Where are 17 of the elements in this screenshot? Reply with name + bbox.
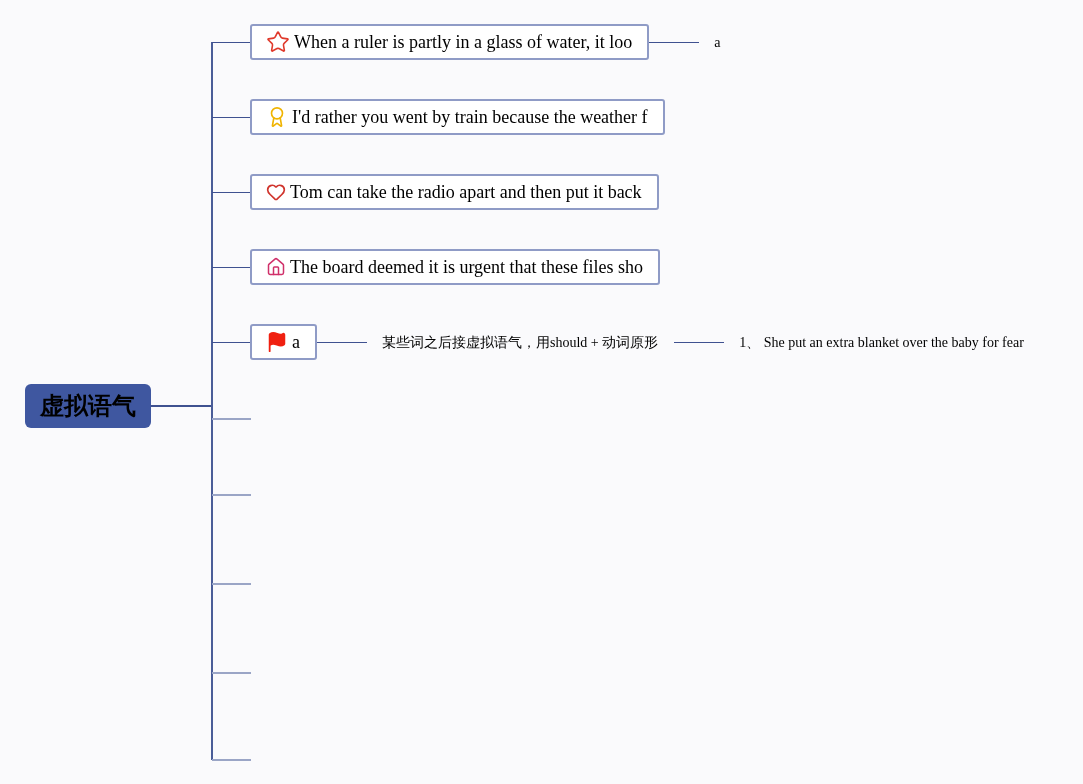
topic-text[interactable]: 某些词之后接虚拟语气，用should + 动词原形: [382, 331, 659, 353]
topic-box[interactable]: When a ruler is partly in a glass of water, it loo: [250, 24, 650, 60]
topic-box[interactable]: a: [250, 324, 317, 360]
star-icon: [266, 30, 290, 54]
topic-text: Tom can take the radio apart and then put it back: [290, 180, 642, 204]
topic-box[interactable]: The board deemed it is urgent that these files sho: [250, 249, 661, 285]
topic-text: I'd rather you went by train because the weather f: [292, 105, 648, 129]
topic-text: When a ruler is partly in a glass of water, it loo: [294, 30, 633, 54]
topic-text: a: [292, 330, 300, 354]
flag-icon: [266, 331, 288, 353]
topic-box[interactable]: I'd rather you went by train because the weather f: [250, 99, 665, 135]
topic-box[interactable]: Tom can take the radio apart and then put it back: [250, 174, 659, 210]
heart-icon: [266, 182, 286, 202]
topic-text[interactable]: a: [714, 31, 721, 53]
house-icon: [266, 257, 286, 277]
topic-text: The board deemed it is urgent that these files sho: [290, 255, 644, 279]
topic-text[interactable]: 1、 She put an extra blanket over the baby for fear: [739, 331, 1024, 353]
